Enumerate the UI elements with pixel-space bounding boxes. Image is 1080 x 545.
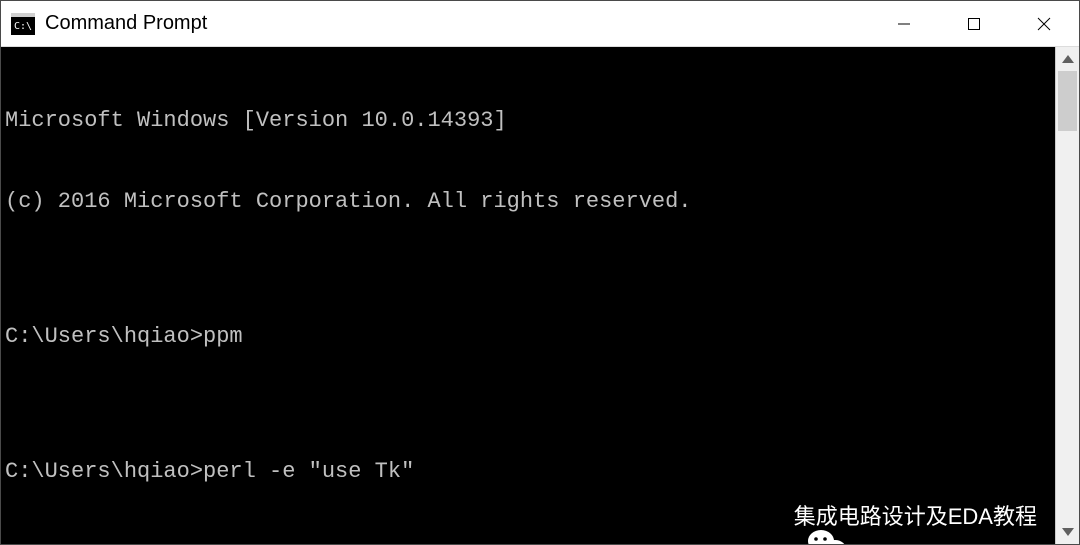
watermark: 集成电路设计及EDA教程 bbox=[746, 500, 1037, 532]
close-icon bbox=[1037, 17, 1051, 31]
terminal-line: C:\Users\hqiao>ppm bbox=[5, 323, 1055, 350]
command-prompt-window: C:\ Command Prompt bbox=[0, 0, 1080, 545]
maximize-button[interactable] bbox=[939, 1, 1009, 46]
chevron-up-icon bbox=[1062, 55, 1074, 63]
terminal-line: (c) 2016 Microsoft Corporation. All righ… bbox=[5, 188, 1055, 215]
titlebar: C:\ Command Prompt bbox=[1, 1, 1079, 47]
chevron-down-icon bbox=[1062, 528, 1074, 536]
scroll-up-button[interactable] bbox=[1056, 47, 1079, 71]
terminal-output[interactable]: Microsoft Windows [Version 10.0.14393] (… bbox=[1, 47, 1055, 544]
window-title: Command Prompt bbox=[45, 12, 869, 35]
scroll-down-button[interactable] bbox=[1056, 520, 1079, 544]
terminal-line: Microsoft Windows [Version 10.0.14393] bbox=[5, 107, 1055, 134]
wechat-icon bbox=[746, 500, 786, 532]
window-controls bbox=[869, 1, 1079, 46]
content-area: Microsoft Windows [Version 10.0.14393] (… bbox=[1, 47, 1079, 544]
scroll-thumb[interactable] bbox=[1058, 71, 1077, 131]
maximize-icon bbox=[967, 17, 981, 31]
svg-text:C:\: C:\ bbox=[14, 21, 32, 32]
close-button[interactable] bbox=[1009, 1, 1079, 46]
vertical-scrollbar[interactable] bbox=[1055, 47, 1079, 544]
minimize-button[interactable] bbox=[869, 1, 939, 46]
watermark-text: 集成电路设计及EDA教程 bbox=[794, 503, 1037, 530]
cmd-icon: C:\ bbox=[11, 13, 35, 35]
minimize-icon bbox=[897, 17, 911, 31]
terminal-line: C:\Users\hqiao>perl -e "use Tk" bbox=[5, 458, 1055, 485]
scroll-track[interactable] bbox=[1056, 71, 1079, 520]
